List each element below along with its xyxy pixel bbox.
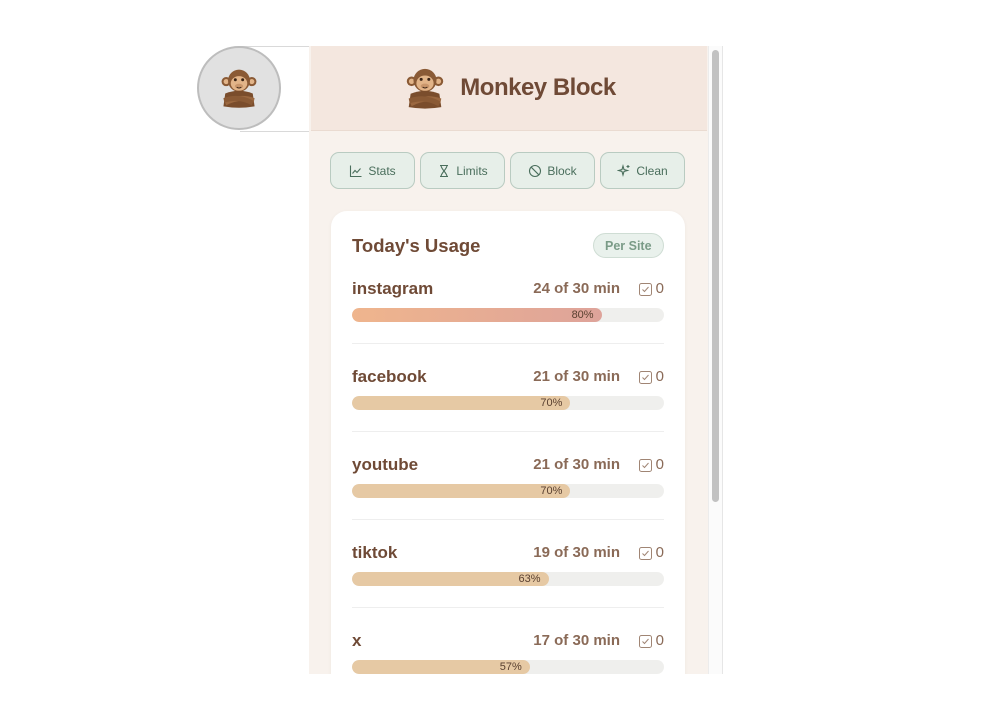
usage-bar-fill: 63% (352, 572, 549, 586)
site-check[interactable]: 0 (638, 277, 664, 301)
monkey-icon (217, 66, 261, 110)
site-usage: 21 of 30 min (533, 456, 620, 473)
monkey-icon (402, 65, 448, 111)
usage-bar: 57% (352, 660, 664, 674)
clean-label: Clean (636, 163, 668, 178)
site-name: facebook (352, 367, 427, 386)
usage-percent: 70% (540, 397, 563, 409)
site-count: 0 (655, 280, 664, 297)
checkbox-icon (638, 458, 652, 472)
usage-bar-fill: 80% (352, 308, 602, 322)
per-site-toggle[interactable]: Per Site (593, 233, 664, 258)
site-name: x (352, 631, 362, 650)
usage-percent: 57% (499, 661, 522, 673)
scrollbar-thumb[interactable] (712, 50, 719, 502)
site-row: facebook 21 of 30 min 0 70% (352, 365, 664, 453)
limits-button[interactable]: Limits (420, 152, 505, 189)
usage-bar: 70% (352, 484, 664, 498)
checkbox-icon (638, 282, 652, 296)
site-usage: 19 of 30 min (533, 544, 620, 561)
nav-bar: Stats Limits Block Clean (330, 152, 685, 189)
site-name: tiktok (352, 543, 398, 562)
divider (352, 431, 664, 432)
usage-title: Today's Usage (352, 235, 481, 256)
site-usage: 17 of 30 min (533, 632, 620, 649)
hourglass-icon (440, 164, 449, 177)
site-row: instagram 24 of 30 min 0 80% (352, 277, 664, 365)
site-name: youtube (352, 455, 419, 474)
limits-label: Limits (456, 163, 488, 178)
popup-panel: Monkey Block Stats Limits Block Clean To… (309, 46, 723, 674)
line-chart-icon (350, 165, 362, 177)
usage-bar-fill: 70% (352, 396, 571, 410)
usage-bar-fill: 57% (352, 660, 530, 674)
site-count: 0 (655, 544, 664, 561)
site-check[interactable]: 0 (638, 541, 664, 565)
site-check[interactable]: 0 (638, 629, 664, 653)
usage-percent: 63% (518, 573, 541, 585)
usage-percent: 80% (571, 309, 594, 321)
divider (352, 607, 664, 608)
site-usage: 24 of 30 min (533, 280, 620, 297)
site-count: 0 (655, 456, 664, 473)
site-name: instagram (352, 279, 434, 298)
usage-bar: 70% (352, 396, 664, 410)
stats-label: Stats (368, 163, 396, 178)
checkbox-icon (638, 634, 652, 648)
clean-button[interactable]: Clean (600, 152, 685, 189)
site-count: 0 (655, 368, 664, 385)
stats-button[interactable]: Stats (330, 152, 415, 189)
block-icon (529, 164, 542, 177)
site-check[interactable]: 0 (638, 453, 664, 477)
checkbox-icon (638, 546, 652, 560)
site-row: youtube 21 of 30 min 0 70% (352, 453, 664, 541)
usage-bar-fill: 70% (352, 484, 571, 498)
header: Monkey Block (311, 46, 707, 131)
site-row: x 17 of 30 min 0 57% (352, 629, 664, 674)
usage-bar: 63% (352, 572, 664, 586)
sparkles-icon (617, 163, 630, 177)
usage-bar: 80% (352, 308, 664, 322)
divider (352, 519, 664, 520)
usage-card: Today's Usage Per Site instagram 24 of 3… (331, 211, 685, 674)
checkbox-icon (638, 370, 652, 384)
site-count: 0 (655, 632, 664, 649)
site-usage: 21 of 30 min (533, 368, 620, 385)
divider (352, 343, 664, 344)
site-check[interactable]: 0 (638, 365, 664, 389)
site-row: tiktok 19 of 30 min 0 63% (352, 541, 664, 629)
block-button[interactable]: Block (510, 152, 595, 189)
toggle-popup-button[interactable] (197, 46, 281, 130)
block-label: Block (547, 163, 577, 178)
app-title: Monkey Block (460, 74, 616, 101)
usage-percent: 70% (540, 485, 563, 497)
